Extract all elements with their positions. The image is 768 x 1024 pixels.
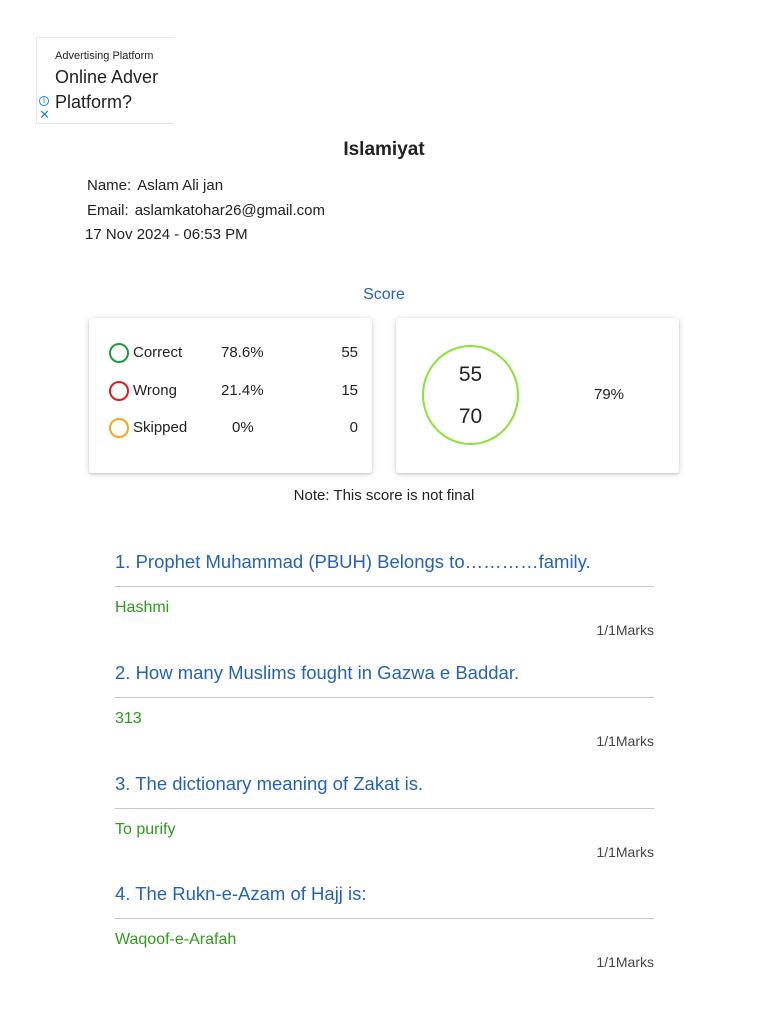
score-row-skipped: Skipped 0% 0 <box>89 417 372 439</box>
ad-headline-line1: Online Adver <box>55 67 159 87</box>
skipped-label: Skipped <box>133 419 188 436</box>
score-heading: Score <box>363 286 405 303</box>
user-name-row: Name: Aslam Ali jan <box>87 177 223 194</box>
wrong-percent: 21.4% <box>221 382 264 399</box>
question-text: 1. Prophet Muhammad (PBUH) Belongs to………… <box>115 551 591 572</box>
ad-sponsor-label: Advertising Platform <box>55 50 154 62</box>
question-marks: 1/1Marks <box>596 622 654 638</box>
score-summary-card: 55 70 79% <box>396 318 679 473</box>
obtained-score: 55 <box>458 363 483 386</box>
score-breakdown-card: Correct 78.6% 55 Wrong 21.4% 15 Skipped … <box>89 318 372 473</box>
total-score: 70 <box>458 405 483 428</box>
score-note: Note: This score is not final <box>293 487 475 504</box>
answer-text: Hashmi <box>115 599 170 616</box>
divider <box>115 697 654 698</box>
divider <box>115 808 654 809</box>
skipped-circle-icon <box>109 418 129 438</box>
divider <box>115 586 654 587</box>
wrong-label: Wrong <box>133 382 177 399</box>
correct-count: 55 <box>341 344 358 361</box>
wrong-count: 15 <box>341 382 358 399</box>
question-item: 1. Prophet Muhammad (PBUH) Belongs to………… <box>115 549 654 639</box>
overall-percent: 79% <box>594 386 625 403</box>
skipped-count: 0 <box>349 419 358 436</box>
page-title: Islamiyat <box>343 139 425 160</box>
score-circle: 55 70 <box>422 345 519 445</box>
ad-headline[interactable]: Online Adver Platform? <box>55 65 158 115</box>
answer-text: 313 <box>115 710 142 727</box>
skipped-percent: 0% <box>232 419 254 436</box>
ad-info-icon[interactable]: i <box>39 96 49 106</box>
question-marks: 1/1Marks <box>596 733 654 749</box>
name-label: Name: <box>87 177 132 194</box>
score-row-correct: Correct 78.6% 55 <box>89 342 372 364</box>
correct-circle-icon <box>109 343 129 363</box>
user-email-row: Email: aslamkatohar26@gmail.com <box>87 202 325 219</box>
question-item: 3. The dictionary meaning of Zakat is. T… <box>115 771 654 861</box>
score-row-wrong: Wrong 21.4% 15 <box>89 380 372 402</box>
ad-close-icon[interactable]: ✕ <box>39 108 50 122</box>
wrong-circle-icon <box>109 381 129 401</box>
question-marks: 1/1Marks <box>596 954 654 970</box>
email-label: Email: <box>87 202 129 219</box>
email-value: aslamkatohar26@gmail.com <box>134 202 325 219</box>
question-text: 2. How many Muslims fought in Gazwa e Ba… <box>115 662 520 683</box>
question-item: 4. The Rukn-e-Azam of Hajj is: Waqoof-e-… <box>115 881 654 971</box>
question-marks: 1/1Marks <box>596 844 654 860</box>
answer-text: To purify <box>115 821 176 838</box>
ad-headline-line2: Platform? <box>55 92 133 112</box>
quiz-datetime: 17 Nov 2024 - 06:53 PM <box>85 226 248 243</box>
correct-percent: 78.6% <box>221 344 264 361</box>
question-text: 3. The dictionary meaning of Zakat is. <box>115 773 424 794</box>
advertisement-banner[interactable]: Advertising Platform Online Adver Platfo… <box>36 37 174 124</box>
name-value: Aslam Ali jan <box>137 177 224 194</box>
question-item: 2. How many Muslims fought in Gazwa e Ba… <box>115 660 654 750</box>
correct-label: Correct <box>133 344 183 361</box>
divider <box>115 918 654 919</box>
answer-text: Waqoof-e-Arafah <box>115 931 237 948</box>
question-text: 4. The Rukn-e-Azam of Hajj is: <box>115 883 367 904</box>
